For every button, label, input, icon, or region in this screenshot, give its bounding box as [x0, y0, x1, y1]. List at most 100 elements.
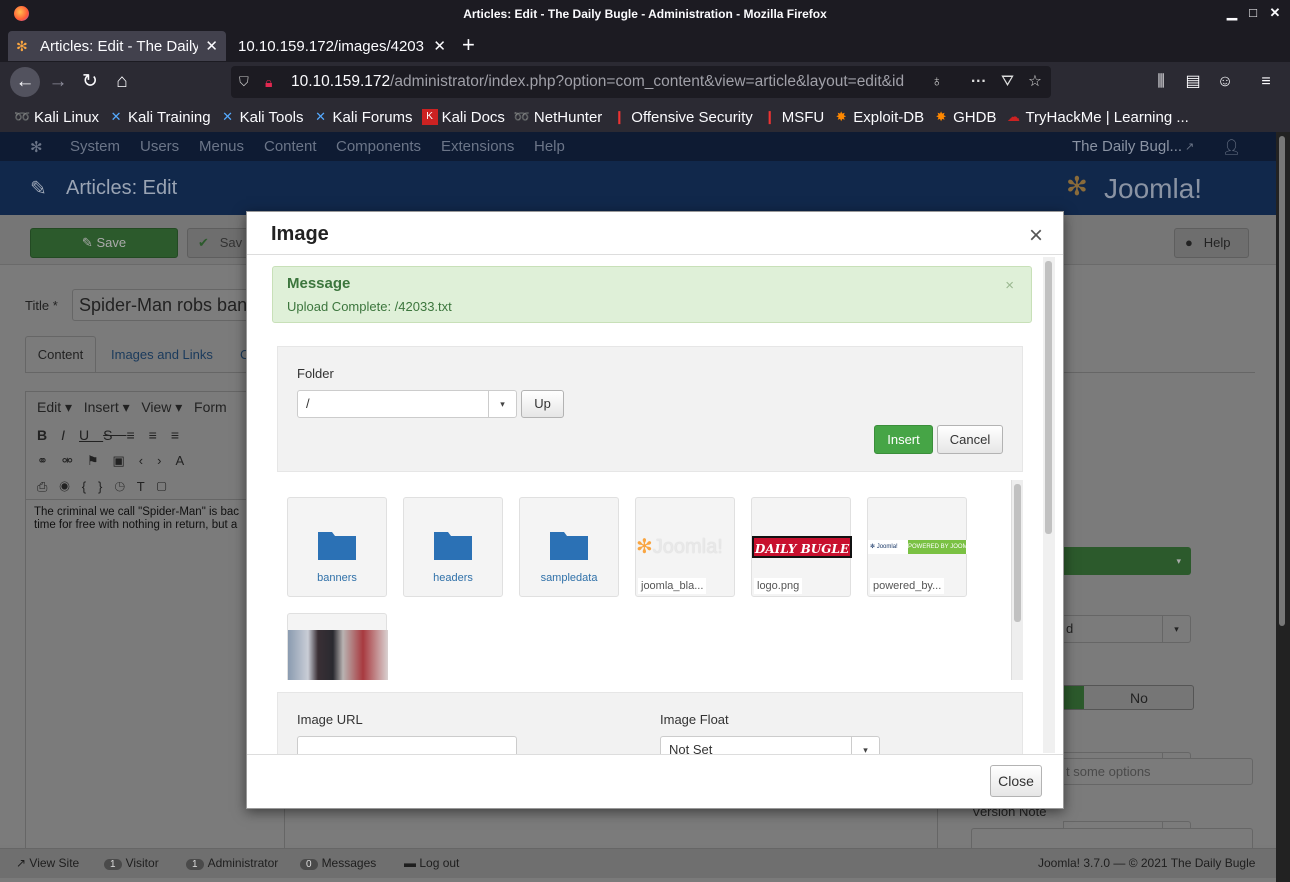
folder-sampledata[interactable]: sampledata — [519, 497, 619, 597]
close-tab-icon[interactable]: ✕ — [199, 37, 218, 55]
image-logo-png[interactable]: DAILY BUGLE logo.png — [751, 497, 852, 597]
bookmark-offensive-security[interactable]: ❙ Offensive Security — [611, 109, 753, 126]
reload-icon[interactable]: ↻ — [75, 67, 105, 97]
media-scrollbar[interactable] — [1011, 480, 1023, 680]
help-button[interactable]: ● Help — [1174, 228, 1249, 258]
modal-scrollbar[interactable] — [1043, 257, 1055, 753]
minimize-icon[interactable]: ▁ — [1224, 5, 1240, 21]
messages-count[interactable]: 0 Messages — [300, 856, 376, 870]
sidebar-icon[interactable]: ▤ — [1178, 67, 1208, 97]
editor-menu-view[interactable]: View — [141, 399, 171, 415]
anchor-icon[interactable]: ⚑ — [87, 453, 113, 468]
featured-toggle[interactable]: No — [1063, 685, 1194, 710]
bookmark-kali-training[interactable]: ✕ Kali Training — [108, 109, 211, 126]
menu-users[interactable]: Users — [140, 138, 179, 155]
page-scrollbar[interactable] — [1276, 132, 1290, 882]
clock-icon[interactable]: ◷ — [114, 479, 136, 494]
editor-menu-edit[interactable]: Edit — [37, 399, 61, 415]
tab-articles-edit[interactable]: ✻ Articles: Edit - The Daily Bugle ✕ — [8, 31, 226, 61]
source-icon[interactable]: {} — [82, 479, 115, 494]
lightbulb-icon[interactable]: ♁ — [931, 66, 943, 98]
media-scrollbar-thumb[interactable] — [1014, 484, 1021, 622]
menu-menus[interactable]: Menus — [199, 138, 244, 155]
menu-content[interactable]: Content — [264, 138, 317, 155]
alert-close-icon[interactable]: × — [1005, 277, 1014, 294]
text-color-icon[interactable]: A — [175, 453, 198, 468]
logout-link[interactable]: ▬ Log out — [404, 856, 459, 870]
bookmark-kali-tools[interactable]: ✕ Kali Tools — [220, 109, 303, 126]
code-icon[interactable]: ‹› — [139, 453, 176, 468]
clear-format-icon[interactable]: T — [137, 479, 157, 494]
save-button[interactable]: ✎ Save — [30, 228, 178, 258]
align-center-icon[interactable]: ≡ — [149, 427, 171, 443]
user-icon[interactable]: 👤︎ — [1222, 138, 1241, 156]
preview-icon[interactable]: ◉ — [59, 479, 81, 494]
page-scrollbar-thumb[interactable] — [1279, 136, 1285, 626]
modal-scrollbar-thumb[interactable] — [1045, 261, 1052, 534]
site-name-link[interactable]: The Daily Bugl... — [1072, 138, 1182, 155]
bookmark-ghdb[interactable]: ✸ GHDB — [933, 109, 997, 126]
up-button[interactable]: Up — [521, 390, 564, 418]
more-actions-icon[interactable]: ··· — [971, 66, 987, 98]
pocket-icon[interactable]: ⛛ — [1001, 66, 1014, 98]
tab-42033-txt[interactable]: 10.10.159.172/images/42033.txt ✕ — [230, 31, 454, 61]
folder-select[interactable]: / ▾ — [297, 390, 517, 418]
menu-extensions[interactable]: Extensions — [441, 138, 514, 155]
bookmark-kali-linux[interactable]: ➿ Kali Linux — [14, 109, 99, 126]
align-right-icon[interactable]: ≡ — [171, 427, 193, 443]
image-robbery-photo[interactable] — [287, 613, 388, 680]
version-note-input[interactable] — [971, 828, 1253, 848]
unlink-icon[interactable]: ⚮ — [62, 453, 87, 468]
bookmark-kali-forums[interactable]: ✕ Kali Forums — [313, 109, 412, 126]
tab-images-links[interactable]: Images and Links — [111, 347, 213, 362]
insert-button[interactable]: Insert — [874, 425, 933, 454]
library-icon[interactable]: ⫼ — [1146, 67, 1176, 97]
editor-menu-format[interactable]: Form — [194, 399, 227, 415]
close-tab-icon[interactable]: ✕ — [427, 37, 446, 55]
image-powered-by[interactable]: ✻ Joomla!POWERED BY JOOMLA! powered_by..… — [867, 497, 968, 597]
folder-headers[interactable]: headers — [403, 497, 503, 597]
joomla-menu-icon[interactable]: ✻ — [30, 138, 43, 156]
menu-icon[interactable]: ≡ — [1251, 67, 1281, 97]
visitor-count[interactable]: 1 Visitor — [104, 856, 159, 870]
tags-input[interactable]: t some options — [1063, 758, 1253, 785]
close-window-icon[interactable]: ✕ — [1267, 5, 1283, 21]
italic-icon[interactable]: I — [61, 427, 79, 443]
title-input[interactable]: Spider-Man robs ban — [72, 289, 272, 321]
bookmark-msfu[interactable]: ❙ MSFU — [762, 109, 824, 126]
view-site-link[interactable]: ↗ View Site — [16, 856, 79, 870]
admin-count[interactable]: 1 Administrator — [186, 856, 278, 870]
underline-icon[interactable]: U — [79, 427, 103, 443]
menu-components[interactable]: Components — [336, 138, 421, 155]
tab-content[interactable]: Content — [25, 336, 96, 372]
account-icon[interactable]: ☺ — [1210, 67, 1240, 97]
strikethrough-icon[interactable]: S — [103, 427, 126, 443]
cancel-button[interactable]: Cancel — [937, 425, 1003, 454]
bookmark-exploit-db[interactable]: ✸ Exploit-DB — [833, 109, 924, 126]
close-icon[interactable]: × — [1029, 224, 1043, 248]
more-icon[interactable]: ▢ — [157, 479, 179, 494]
close-button[interactable]: Close — [990, 765, 1042, 797]
image-float-select[interactable]: Not Set ▾ — [660, 736, 880, 754]
link-icon[interactable]: ⚭ — [37, 453, 62, 468]
forward-icon[interactable]: → — [43, 67, 73, 97]
bold-icon[interactable]: B — [37, 427, 61, 443]
print-icon[interactable]: ⎙ — [37, 479, 59, 494]
back-icon[interactable]: ← — [10, 67, 40, 97]
image-joomla-black[interactable]: ✻Joomla! joomla_bla... — [635, 497, 735, 597]
maximize-icon[interactable]: □ — [1245, 5, 1261, 20]
bookmark-kali-docs[interactable]: K Kali Docs — [421, 109, 505, 126]
right-panel-green-select[interactable]: ▾ — [1063, 547, 1191, 575]
bookmark-star-icon[interactable]: ☆ — [1028, 66, 1042, 98]
bookmark-tryhackme[interactable]: ☁ TryHackMe | Learning ... — [1005, 109, 1189, 126]
align-left-icon[interactable]: ≡ — [126, 427, 148, 443]
url-bar[interactable]: ⛉ 🔒︎ 10.10.159.172/administrator/index.p… — [231, 66, 1051, 98]
bookmark-nethunter[interactable]: ➿ NetHunter — [514, 109, 602, 126]
image-url-input[interactable] — [297, 736, 517, 754]
editor-menu-insert[interactable]: Insert — [84, 399, 119, 415]
right-panel-select[interactable]: d ▾ — [1063, 615, 1191, 643]
menu-system[interactable]: System — [70, 138, 120, 155]
menu-help[interactable]: Help — [534, 138, 565, 155]
home-icon[interactable]: ⌂ — [107, 67, 137, 97]
image-icon[interactable]: ▣ — [112, 453, 138, 468]
